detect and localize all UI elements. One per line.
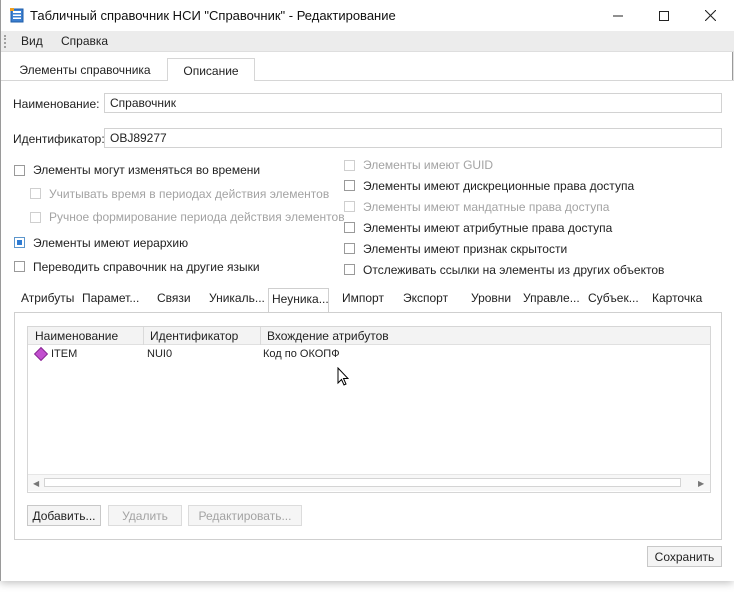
attribute-access-checkbox[interactable]: [344, 222, 355, 233]
period-time-label: Учитывать время в периодах действия элем…: [49, 187, 330, 201]
name-label: Наименование:: [13, 97, 100, 111]
tab-attributes[interactable]: Атрибуты: [21, 291, 74, 305]
tab-unique-indexes[interactable]: Уникаль...: [209, 291, 265, 305]
cell-name: ITEM: [51, 348, 78, 360]
description-panel: Наименование: Справочник Идентификатор: …: [1, 81, 734, 581]
tab-non-unique-indexes[interactable]: Неуника...: [268, 288, 329, 314]
translate-checkbox[interactable]: [14, 261, 25, 272]
cell-identifier: NUI0: [147, 348, 173, 360]
menu-view[interactable]: Вид: [21, 34, 43, 48]
menu-grip-handle[interactable]: [4, 35, 6, 48]
tab-subjects[interactable]: Субъек...: [588, 291, 639, 305]
tab-levels[interactable]: Уровни: [471, 291, 511, 305]
diamond-icon: [33, 346, 49, 362]
time-varying-checkbox[interactable]: [14, 165, 25, 176]
close-button[interactable]: [687, 0, 733, 31]
scrollbar-thumb[interactable]: [44, 478, 681, 487]
save-button[interactable]: Сохранить: [647, 546, 722, 567]
hidden-flag-checkbox[interactable]: [344, 243, 355, 254]
menu-help[interactable]: Справка: [61, 34, 108, 48]
translate-label: Переводить справочник на другие языки: [33, 260, 260, 274]
mandatory-access-checkbox[interactable]: [344, 201, 355, 212]
dictionary-app-icon: [10, 8, 24, 23]
menu-bar: Вид Справка: [1, 31, 734, 52]
table-row[interactable]: ITEM NUI0 Код по ОКОПФ: [28, 346, 710, 364]
track-references-label: Отслеживать ссылки на элементы из других…: [363, 263, 665, 277]
tab-dictionary-elements[interactable]: Элементы справочника: [14, 58, 156, 82]
cell-attributes: Код по ОКОПФ: [263, 348, 340, 360]
delete-button[interactable]: Удалить: [108, 505, 182, 526]
column-divider[interactable]: [260, 327, 261, 345]
sub-tab-strip: Атрибуты Парамет... Связи Уникаль... Неу…: [14, 288, 722, 314]
tab-links[interactable]: Связи: [157, 291, 191, 305]
name-field[interactable]: Справочник: [104, 93, 722, 113]
column-attributes[interactable]: Вхождение атрибутов: [267, 329, 389, 343]
main-tab-strip: Элементы справочника Описание: [1, 52, 734, 82]
period-time-checkbox[interactable]: [30, 188, 41, 199]
close-icon: [704, 10, 716, 21]
title-bar[interactable]: Табличный справочник НСИ "Справочник" - …: [1, 0, 734, 31]
scroll-left-icon[interactable]: ◀: [33, 479, 39, 488]
guid-label: Элементы имеют GUID: [363, 158, 494, 172]
mandatory-access-label: Элементы имеют мандатные права доступа: [363, 200, 610, 214]
horizontal-scrollbar[interactable]: ◀ ▶: [28, 474, 710, 491]
tab-parameters[interactable]: Парамет...: [82, 291, 139, 305]
indexes-grid: Наименование Идентификатор Вхождение атр…: [27, 326, 711, 493]
indexes-content: Наименование Идентификатор Вхождение атр…: [14, 312, 722, 540]
manual-period-label: Ручное формирование периода действия эле…: [49, 210, 345, 224]
identifier-label: Идентификатор:: [13, 132, 105, 146]
minimize-button[interactable]: [595, 0, 641, 31]
editor-window: Табличный справочник НСИ "Справочник" - …: [0, 0, 734, 581]
tab-management[interactable]: Управле...: [523, 291, 580, 305]
column-divider[interactable]: [143, 327, 144, 345]
tab-import[interactable]: Импорт: [342, 291, 384, 305]
grid-header: Наименование Идентификатор Вхождение атр…: [28, 327, 710, 345]
manual-period-checkbox[interactable]: [30, 212, 41, 223]
maximize-button[interactable]: [641, 0, 687, 31]
column-name[interactable]: Наименование: [35, 329, 118, 343]
guid-checkbox[interactable]: [344, 160, 355, 171]
time-varying-label: Элементы могут изменяться во времени: [33, 163, 261, 177]
add-button[interactable]: Добавить...: [27, 505, 101, 526]
window-title: Табличный справочник НСИ "Справочник" - …: [30, 8, 396, 23]
identifier-field[interactable]: OBJ89277: [104, 128, 722, 148]
discretionary-access-checkbox[interactable]: [344, 180, 355, 191]
maximize-icon: [659, 10, 669, 21]
tab-description[interactable]: Описание: [167, 58, 255, 82]
hierarchy-label: Элементы имеют иерархию: [33, 236, 189, 250]
track-references-checkbox[interactable]: [344, 264, 355, 275]
minimize-icon: [613, 15, 623, 16]
discretionary-access-label: Элементы имеют дискреционные права досту…: [363, 179, 635, 193]
tab-export[interactable]: Экспорт: [403, 291, 448, 305]
scroll-right-icon[interactable]: ▶: [698, 479, 704, 488]
hierarchy-checkbox[interactable]: [14, 237, 25, 248]
tab-card[interactable]: Карточка: [652, 291, 702, 305]
edit-button[interactable]: Редактировать...: [188, 505, 302, 526]
column-identifier[interactable]: Идентификатор: [150, 329, 238, 343]
attribute-access-label: Элементы имеют атрибутные права доступа: [363, 221, 613, 235]
hidden-flag-label: Элементы имеют признак скрытости: [363, 242, 568, 256]
mouse-cursor-icon: [337, 367, 349, 386]
